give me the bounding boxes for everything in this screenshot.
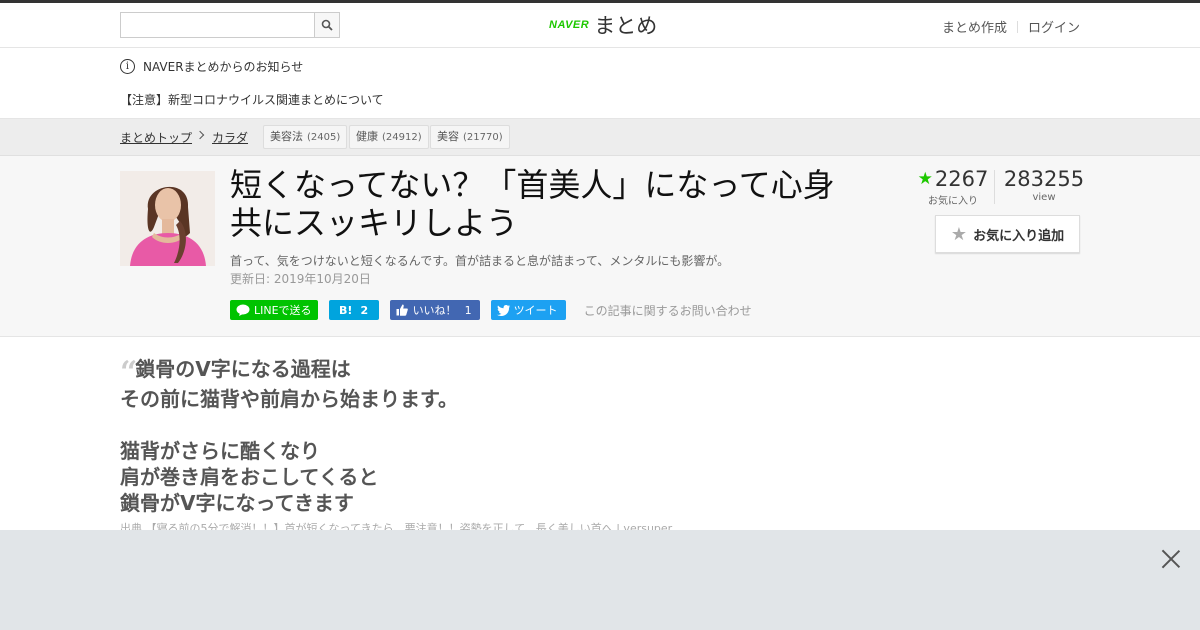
favorites-count: 2267 [934,167,989,191]
facebook-like-count: 1 [464,303,472,317]
breadcrumb-top[interactable]: まとめトップ [120,129,192,146]
create-matome-link[interactable]: まとめ作成 [942,17,1007,36]
hatena-bookmark-button[interactable]: B! 2 [328,300,379,320]
info-icon: i [120,59,135,74]
quote-line [120,412,920,438]
chevron-right-icon [195,130,205,140]
notice-area: i NAVERまとめからのお知らせ 【注意】新型コロナウイルス関連まとめについて [0,48,1200,119]
close-icon[interactable] [1162,550,1180,568]
share-bar: LINEで送る B! 2 いいね！ 1 ツイート この記事に関するお問い合わせ [230,300,752,320]
article-description: 首って、気をつけないと短くなるんです。首が詰まると息が詰まって、メンタルにも影響… [230,254,730,268]
line-icon [236,304,250,316]
line-share-button[interactable]: LINEで送る [230,300,318,320]
favorites-stat: ★ 2267 お気に入り [912,166,994,207]
search-button[interactable] [314,13,339,37]
search-icon [321,19,333,31]
quote-mark-icon: “ [120,355,137,390]
twitter-bird-icon [496,304,510,316]
article-header: 短くなってない？「首美人」になって心身共にスッキリしよう 首って、気をつけないと… [0,156,1200,337]
line-share-label: LINEで送る [254,304,312,317]
quote-line: 肩が巻き肩をおこしてくると [120,465,379,489]
naver-matome-logo[interactable]: NAVER まとめ [549,12,657,38]
tag-count: (24912) [382,132,422,143]
facebook-like-button[interactable]: いいね！ 1 [389,300,480,320]
tag-kenkou[interactable]: 健康 (24912) [349,125,429,149]
inquiry-link[interactable]: この記事に関するお問い合わせ [584,302,752,319]
quote-block: “鎖骨のV字になる過程は その前に猫背や前肩から始まります。 猫背がさらに酷くな… [120,356,920,516]
add-favorite-label: お気に入り追加 [973,228,1065,244]
login-link[interactable]: ログイン [1028,17,1080,36]
tweet-button[interactable]: ツイート [490,300,566,320]
quote-line: 鎖骨がV字になってきます [120,491,354,515]
tag-biyouhou[interactable]: 美容法 (2405) [263,125,348,149]
hatena-icon: B! [339,303,353,317]
tag-biyou[interactable]: 美容 (21770) [430,125,510,149]
notice-title-text: NAVERまとめからのお知らせ [143,60,304,74]
header-link-divider [1016,20,1018,33]
search-box [120,12,340,38]
tag-label: 美容法 [270,130,303,143]
quote-line: “鎖骨のV字になる過程は [120,355,351,390]
tag-count: (2405) [307,132,341,143]
site-header: NAVER まとめ まとめ作成 ログイン [0,3,1200,48]
tag-label: 美容 [437,130,459,143]
notice-title: i NAVERまとめからのお知らせ [120,58,303,75]
breadcrumb-karada[interactable]: カラダ [212,129,248,146]
header-links: まとめ作成 ログイン [942,17,1080,36]
tag-count: (21770) [463,132,503,143]
notice-link[interactable]: 【注意】新型コロナウイルス関連まとめについて [120,91,384,108]
ad-overlay-banner [0,530,1200,630]
views-stat: 283255 view [1004,166,1084,207]
article-title: 短くなってない？「首美人」になって心身共にスッキリしよう [230,166,835,242]
quote-line: その前に猫背や前肩から始まります。 [120,387,458,411]
thumbs-up-icon [396,304,408,316]
article-thumbnail [120,171,215,266]
logo-naver-text: NAVER [549,19,590,31]
logo-matome-text: まとめ [594,14,658,38]
views-count: 283255 [1003,167,1085,191]
facebook-like-label: いいね！ [412,304,457,317]
article-content: “鎖骨のV字になる過程は その前に猫背や前肩から始まります。 猫背がさらに酷くな… [120,356,920,536]
quote-line: 猫背がさらに酷くなり [120,439,320,463]
tag-label: 健康 [356,130,378,143]
add-favorite-button[interactable]: ★ お気に入り追加 [935,215,1080,253]
breadcrumb: まとめトップ カラダ 美容法 (2405) 健康 (24912) 美容 (21770) [0,119,1200,156]
article-stats: ★ 2267 お気に入り 283255 view [912,166,1084,207]
tweet-label: ツイート [513,304,558,317]
hatena-count: 2 [360,303,369,317]
stats-divider [994,170,995,204]
favorites-label: お気に入り [928,196,978,207]
star-outline-icon: ★ [950,223,968,245]
search-input[interactable] [121,13,313,37]
views-label: view [1032,192,1056,203]
star-icon: ★ [917,169,933,189]
article-updated-date: 更新日: 2019年10月20日 [230,272,371,286]
